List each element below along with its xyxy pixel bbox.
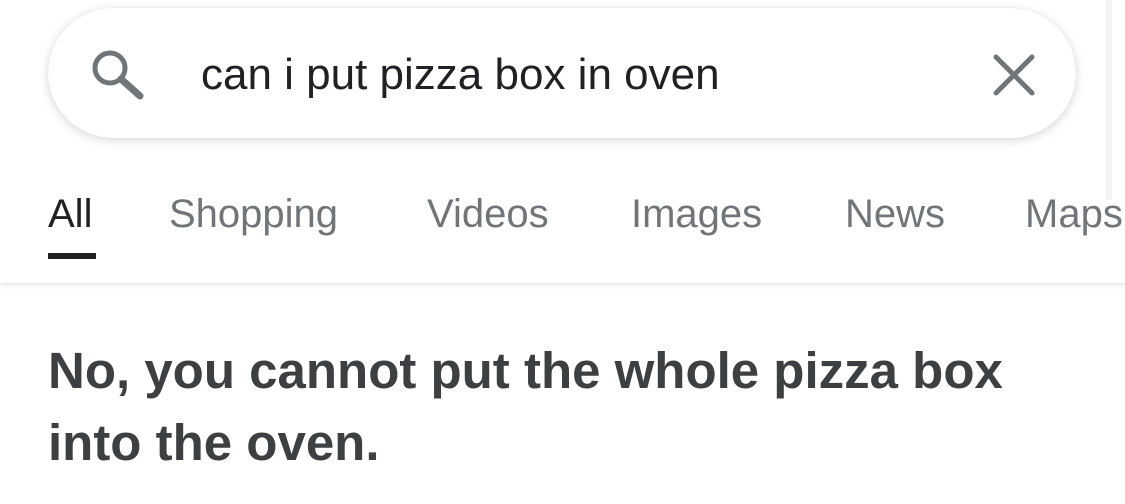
scrollbar[interactable] xyxy=(1106,0,1112,200)
featured-answer: No, you cannot put the whole pizza box i… xyxy=(48,342,1003,471)
tab-shopping[interactable]: Shopping xyxy=(169,188,338,240)
search-header: can i put pizza box in oven All Shopping… xyxy=(0,0,1125,284)
search-icon xyxy=(90,48,148,102)
search-input[interactable]: can i put pizza box in oven xyxy=(201,50,720,100)
active-tab-indicator xyxy=(48,253,96,259)
tab-images[interactable]: Images xyxy=(631,188,762,240)
tab-maps[interactable]: Maps xyxy=(1025,188,1123,240)
tab-videos[interactable]: Videos xyxy=(427,188,549,240)
tab-all[interactable]: All xyxy=(48,188,92,240)
tab-news[interactable]: News xyxy=(845,188,945,240)
close-icon[interactable] xyxy=(990,51,1038,99)
search-tabs: All Shopping Videos Images News Maps xyxy=(0,188,1125,283)
